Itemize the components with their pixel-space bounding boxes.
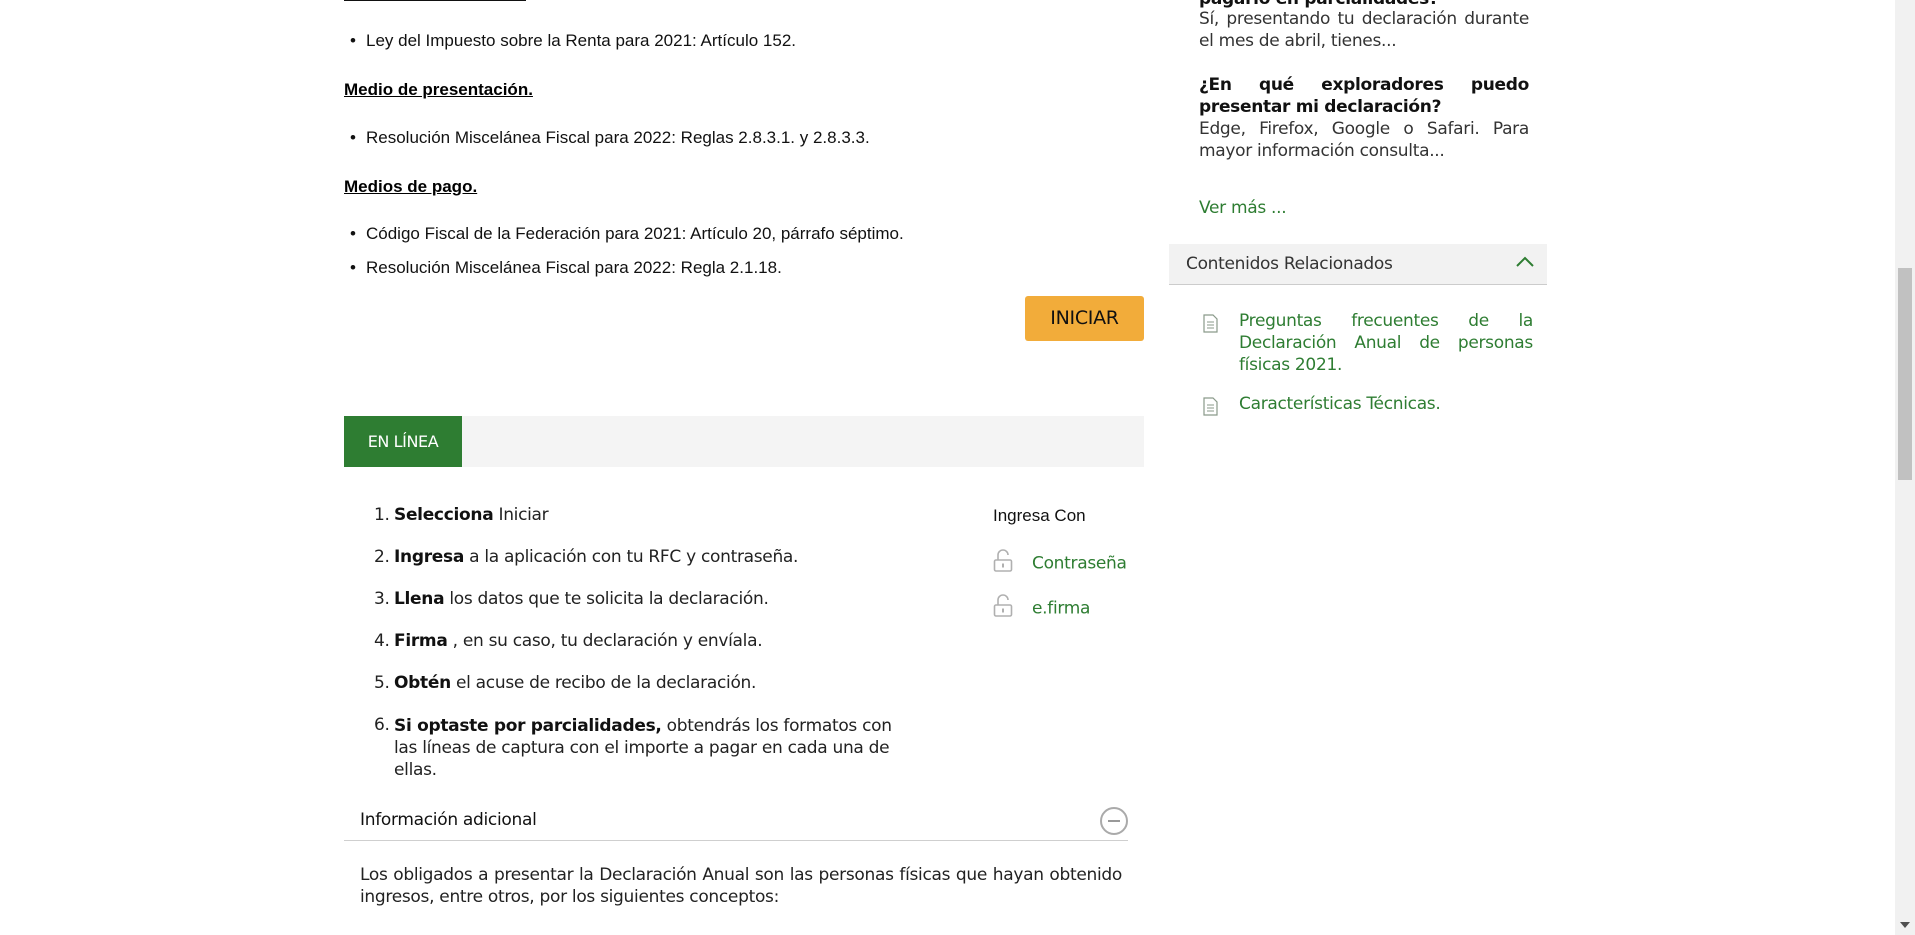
legal-item-rmf-presentacion: Resolución Miscelánea Fiscal para 2022: … [366,128,870,147]
legal-list-item: • Resolución Miscelánea Fiscal para 2022:… [350,128,870,147]
step-item: 3. Llena los datos que te solicita la dec… [374,589,769,609]
related-content-header[interactable]: Contenidos Relacionados [1169,244,1547,285]
chevron-up-icon[interactable] [1515,254,1535,268]
related-item-label[interactable]: Características Técnicas. [1239,393,1533,415]
heading-medios-pago: Medios de pago. [344,177,478,196]
step-item: 4. Firma , en su caso, tu declaración y e… [374,631,763,651]
login-contrasena-link[interactable]: Contraseña [993,549,1127,578]
step-item: 6. Si optaste por parcialidades, obtendrá… [374,715,892,780]
faq-answer-2: Edge, Firefox, Google o Safari. Para may… [1199,119,1529,161]
ingresa-con-title: Ingresa Con [993,506,1086,525]
step-item: 2. Ingresa a la aplicación con tu RFC y c… [374,547,799,567]
info-adicional-text: Los obligados a presentar la Declaración… [360,865,1122,907]
ver-mas-link[interactable]: Ver más ... [1199,198,1287,218]
heading-underline-fragment [344,0,526,1]
step-item: 1. Selecciona Iniciar [374,505,549,525]
tab-en-linea[interactable]: EN LÍNEA [344,416,462,467]
main-content: • Ley del Impuesto sobre la Renta para 20… [344,0,1145,935]
scrollbar-thumb[interactable] [1898,268,1912,480]
legal-list-item: • Resolución Miscelánea Fiscal para 2022:… [350,258,782,277]
lock-open-icon [993,594,1032,623]
faq-question-2[interactable]: ¿En qué exploradores puedo presentar mi … [1199,74,1529,118]
info-adicional-title: Información adicional [360,810,537,830]
heading-medio-presentacion: Medio de presentación. [344,80,533,99]
info-adicional-header[interactable]: Información adicional [344,804,1128,841]
lock-open-icon [993,549,1032,578]
related-content-title: Contenidos Relacionados [1186,254,1393,274]
related-item-label[interactable]: Preguntas frecuentes de la Declaración A… [1239,310,1533,376]
legal-item-cff: Código Fiscal de la Federación para 2021… [366,224,904,243]
iniciar-button[interactable]: INICIAR [1025,296,1144,341]
page-scrollbar[interactable] [1895,0,1915,935]
legal-item-rmf-pago: Resolución Miscelánea Fiscal para 2022: … [366,258,782,277]
legal-item-ley: Ley del Impuesto sobre la Renta para 202… [366,31,796,50]
minus-circle-icon[interactable] [1100,807,1128,835]
legal-list-item: • Código Fiscal de la Federación para 202… [350,224,904,243]
tab-bar: EN LÍNEA [344,416,1144,467]
login-efirma-link[interactable]: e.firma [993,594,1090,623]
document-icon [1203,397,1218,416]
legal-list-item: • Ley del Impuesto sobre la Renta para 20… [350,31,796,50]
sidebar: pagarlo en parcialidades? Sí, presentand… [1169,0,1548,935]
faq-answer-1: Sí, presentando tu declaración durante e… [1199,9,1529,51]
scroll-down-arrow-icon[interactable] [1900,922,1910,928]
step-item: 5. Obtén el acuse de recibo de la declara… [374,673,757,693]
document-icon [1203,314,1218,333]
